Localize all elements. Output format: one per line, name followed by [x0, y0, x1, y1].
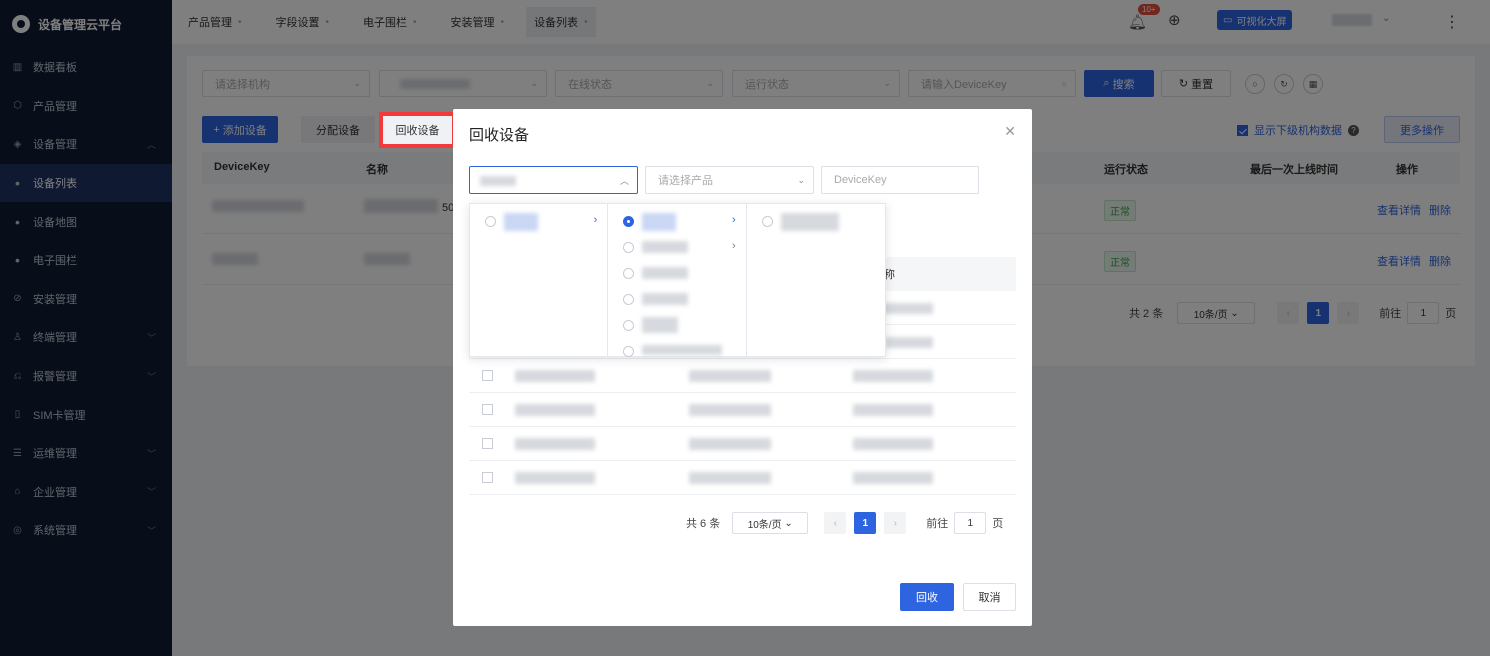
cancel-button[interactable]: 取消 [963, 583, 1016, 611]
row-checkbox[interactable] [482, 404, 493, 415]
blurred-cell [515, 472, 595, 484]
page-size-select[interactable]: 10条/页 ⌄ [732, 512, 809, 534]
radio[interactable] [485, 216, 496, 227]
confirm-recycle-button[interactable]: 回收 [900, 583, 954, 611]
radio[interactable] [623, 320, 635, 331]
dialog-pagination: 共 6 条 10条/页 ⌄ ‹ 1 › 前往 1 页 [686, 512, 1003, 534]
cascader-option[interactable] [747, 209, 885, 235]
recycle-device-dialog: 回收设备 ✕ ︿ 请选择产品 ⌄ DeviceKey 称 共 6 条 10条/页… [453, 109, 1032, 626]
table-row[interactable] [469, 461, 1016, 495]
blurred-option [642, 267, 689, 279]
cascader-column: › › [608, 204, 747, 357]
blurred-cell [689, 472, 771, 484]
blurred-option [642, 213, 677, 231]
radio[interactable] [623, 294, 635, 305]
chevron-down-icon: ⌄ [797, 174, 805, 185]
blurred-cell [515, 404, 595, 416]
cascader-option[interactable]: › [608, 235, 745, 261]
blurred-cell [885, 337, 933, 348]
blurred-cell [689, 404, 771, 416]
dialog-title: 回收设备 [469, 127, 530, 144]
cascader-option[interactable] [608, 261, 745, 287]
blurred-option [780, 213, 839, 231]
chevron-right-icon: › [731, 240, 736, 252]
blurred-cell [515, 438, 595, 450]
table-row[interactable] [469, 393, 1016, 427]
close-icon[interactable]: ✕ [1004, 123, 1016, 140]
org-cascader[interactable]: ︿ [469, 166, 638, 194]
product-select[interactable]: 请选择产品 ⌄ [645, 166, 814, 194]
cascader-column: › [470, 204, 609, 356]
blurred-cell [853, 472, 933, 484]
blurred-option [642, 293, 689, 305]
chevron-right-icon: › [593, 214, 598, 226]
blurred-cell [853, 438, 933, 450]
next-page-button[interactable]: › [884, 512, 907, 534]
prev-page-button[interactable]: ‹ [824, 512, 847, 534]
cascader-option[interactable]: › [608, 209, 745, 235]
row-checkbox[interactable] [482, 438, 493, 449]
recycle-device-button[interactable]: 回收设备 [379, 112, 456, 148]
goto-page-input[interactable]: 1 [954, 512, 987, 534]
blurred-cell [515, 370, 595, 382]
table-row[interactable] [469, 427, 1016, 461]
chevron-right-icon: › [731, 214, 736, 226]
cascader-option[interactable] [608, 287, 745, 313]
radio[interactable] [761, 216, 773, 227]
blurred-cell [853, 370, 933, 382]
table-row[interactable] [469, 359, 1016, 393]
cascader-option[interactable] [608, 313, 745, 339]
cascader-column [747, 204, 885, 356]
row-checkbox[interactable] [482, 472, 493, 483]
blurred-option [642, 317, 679, 333]
blurred-option [642, 345, 723, 355]
blurred-cell [853, 404, 933, 416]
blurred-cell [689, 370, 771, 382]
chevron-down-icon: ⌄ [784, 517, 793, 529]
chevron-up-icon: ︿ [619, 175, 629, 186]
cascader-option[interactable] [608, 339, 745, 357]
radio[interactable] [623, 268, 635, 279]
blurred-option [642, 241, 689, 253]
blurred-cell [689, 438, 771, 450]
radio[interactable] [623, 242, 635, 253]
org-cascader-dropdown: › › › [469, 203, 886, 357]
radio[interactable] [623, 346, 635, 357]
devicekey-input[interactable]: DeviceKey [821, 166, 979, 194]
cascader-option[interactable]: › [470, 209, 607, 235]
page-number-button[interactable]: 1 [854, 512, 877, 534]
radio[interactable] [623, 216, 635, 227]
blurred-value [480, 176, 516, 186]
row-checkbox[interactable] [482, 370, 493, 381]
blurred-option [504, 213, 538, 231]
